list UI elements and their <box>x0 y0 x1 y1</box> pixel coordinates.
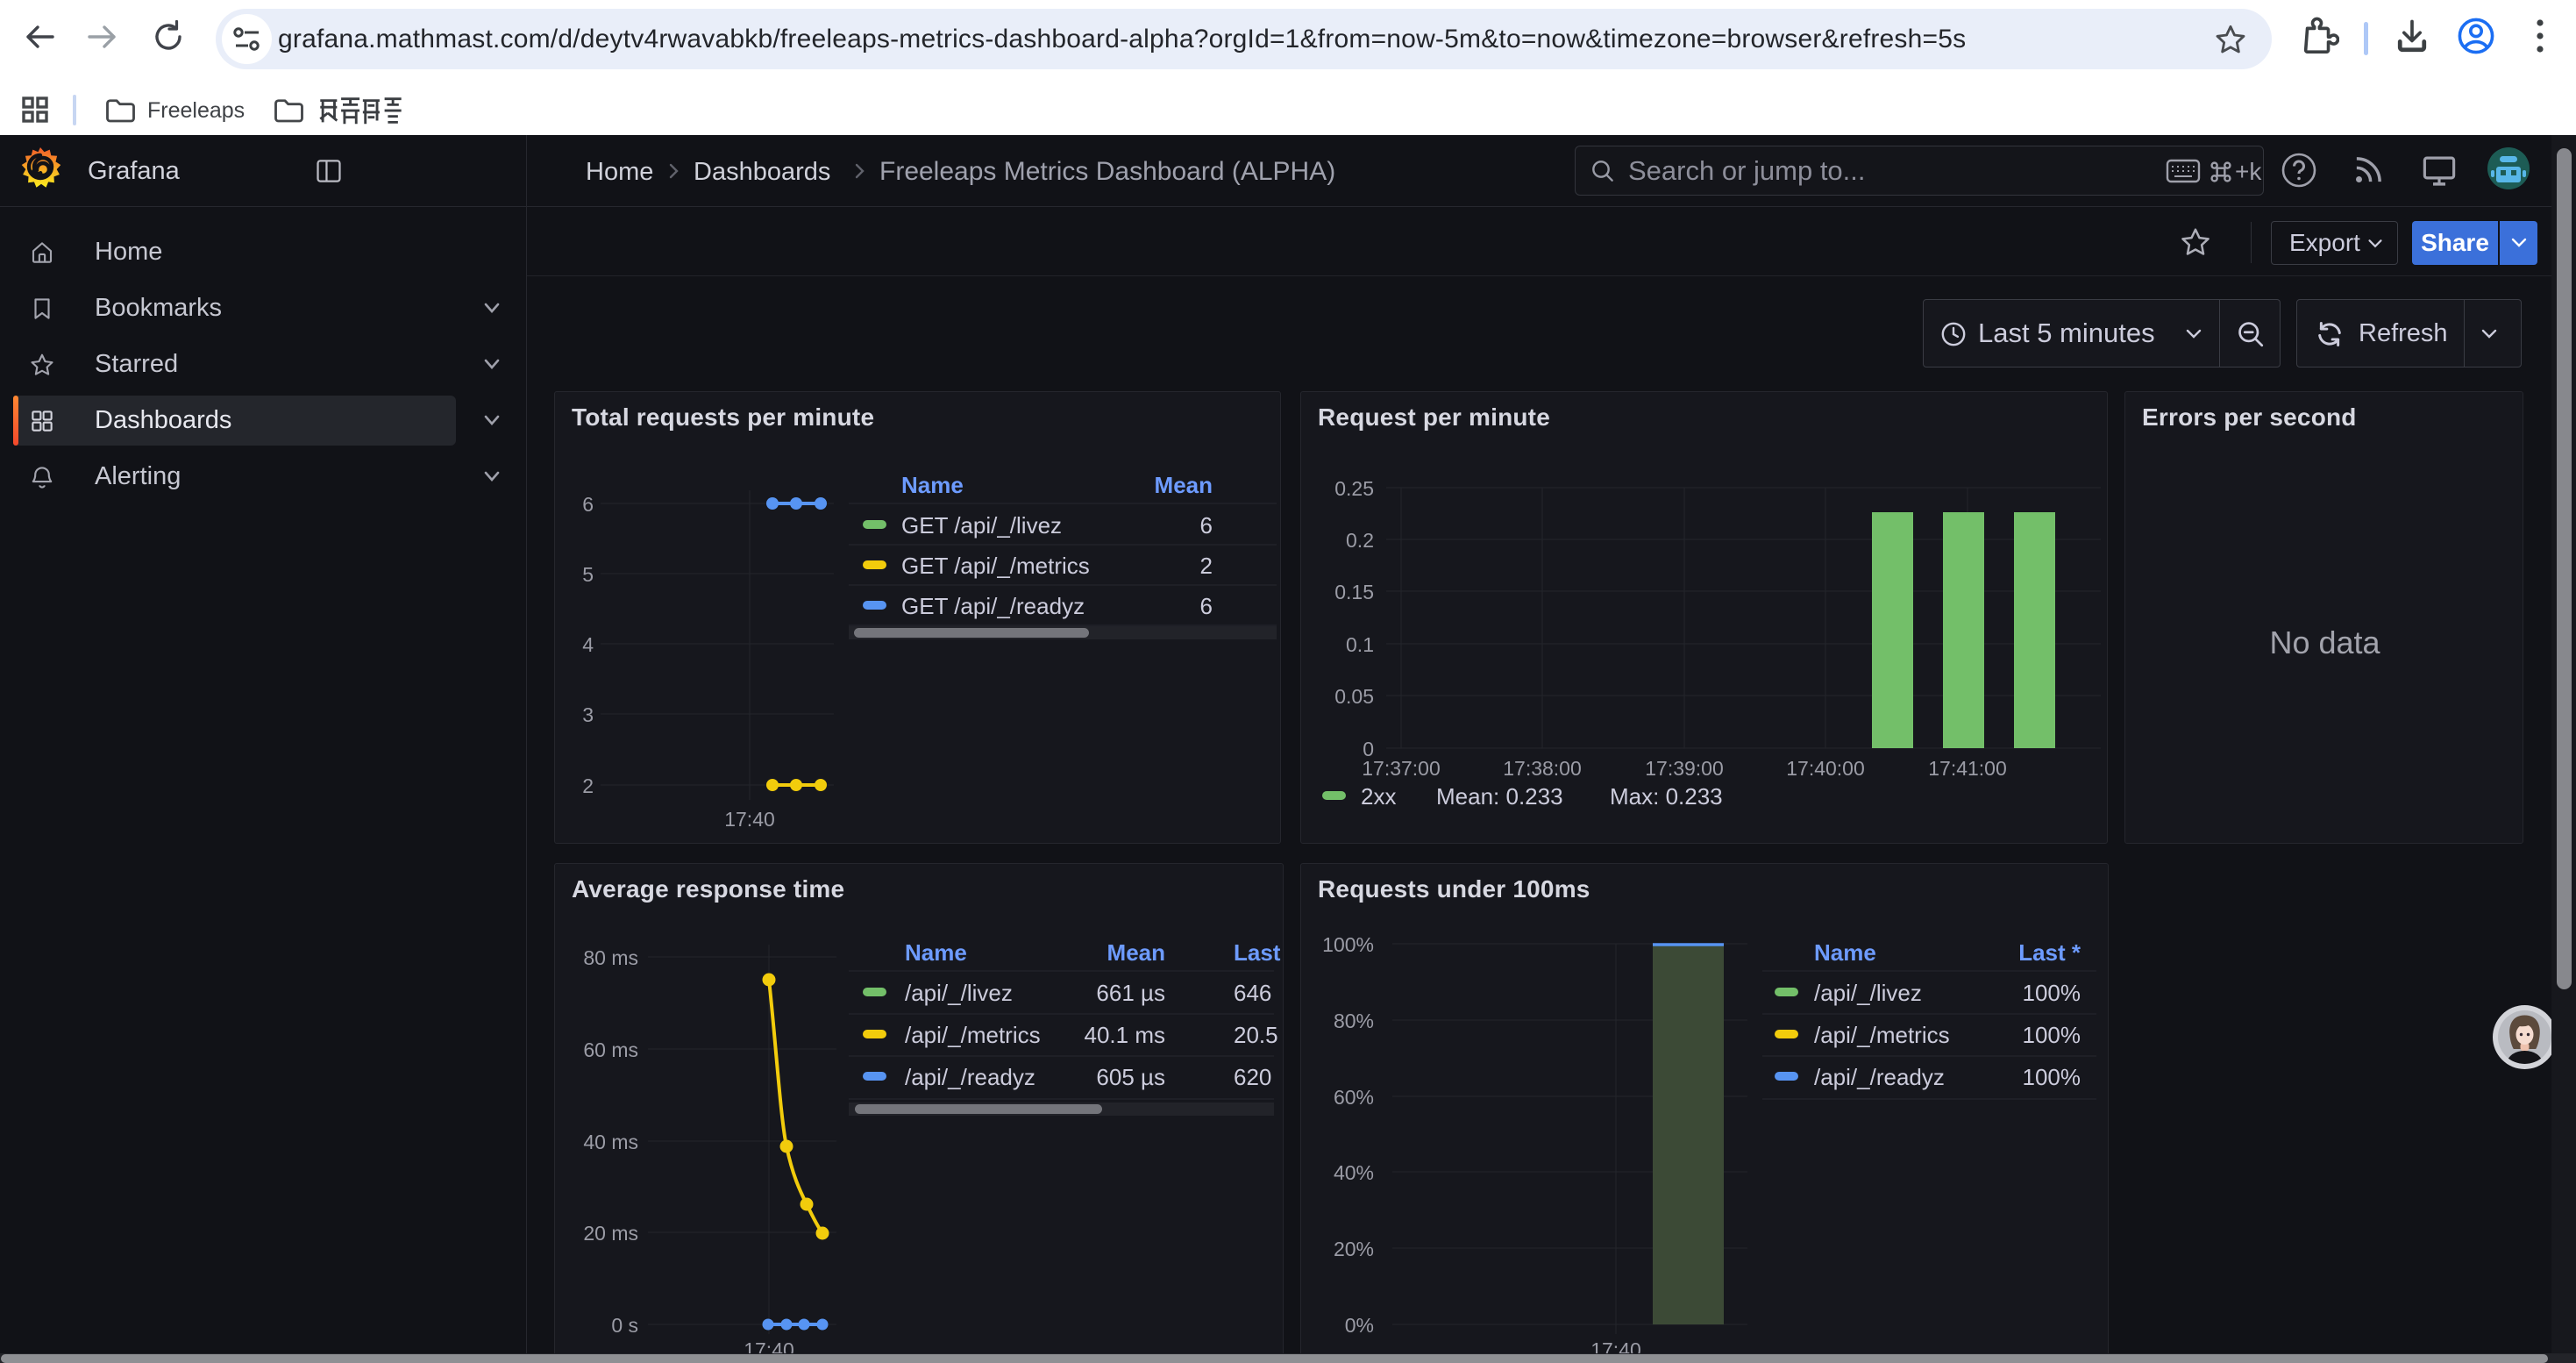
svg-text:100%: 100% <box>2023 980 2081 1006</box>
svg-text:Name: Name <box>905 939 967 966</box>
svg-text:3: 3 <box>582 703 594 726</box>
svg-text:5: 5 <box>582 563 594 586</box>
svg-text:646: 646 <box>1234 980 1271 1006</box>
svg-text:0.25: 0.25 <box>1334 477 1374 500</box>
svg-text:60 ms: 60 ms <box>583 1038 638 1061</box>
svg-text:605 µs: 605 µs <box>1096 1064 1165 1090</box>
svg-text:Mean: Mean <box>1107 939 1165 966</box>
svg-text:/api/_/metrics: /api/_/metrics <box>905 1022 1041 1048</box>
svg-text:0.2: 0.2 <box>1346 529 1374 552</box>
svg-text:Mean: Mean <box>1155 472 1213 498</box>
svg-text:40 ms: 40 ms <box>583 1131 638 1153</box>
svg-text:/api/_/livez: /api/_/livez <box>1814 980 1922 1006</box>
svg-text:620: 620 <box>1234 1064 1271 1090</box>
svg-text:GET /api/_/metrics: GET /api/_/metrics <box>901 553 1090 579</box>
svg-text:2: 2 <box>1200 553 1213 579</box>
svg-text:20.5 r: 20.5 r <box>1234 1022 1283 1048</box>
svg-text:Name: Name <box>901 472 964 498</box>
svg-text:6: 6 <box>582 493 594 516</box>
svg-text:100%: 100% <box>1322 933 1374 956</box>
svg-text:17:38:00: 17:38:00 <box>1503 757 1582 780</box>
svg-text:0 s: 0 s <box>611 1314 638 1337</box>
svg-text:/api/_/readyz: /api/_/readyz <box>905 1064 1035 1090</box>
svg-text:/api/_/livez: /api/_/livez <box>905 980 1013 1006</box>
svg-text:2: 2 <box>582 774 594 797</box>
svg-text:17:37:00: 17:37:00 <box>1362 757 1441 780</box>
svg-text:80%: 80% <box>1334 1010 1374 1032</box>
svg-text:4: 4 <box>582 633 594 656</box>
svg-text:0.05: 0.05 <box>1334 685 1374 708</box>
svg-text:6: 6 <box>1200 593 1213 619</box>
svg-text:40%: 40% <box>1334 1161 1374 1184</box>
svg-text:/api/_/metrics: /api/_/metrics <box>1814 1022 1950 1048</box>
svg-text:40.1 ms: 40.1 ms <box>1085 1022 1166 1048</box>
svg-text:0.1: 0.1 <box>1346 633 1374 656</box>
svg-text:0.15: 0.15 <box>1334 581 1374 603</box>
svg-text:20%: 20% <box>1334 1238 1374 1260</box>
svg-text:/api/_/readyz: /api/_/readyz <box>1814 1064 1945 1090</box>
svg-text:100%: 100% <box>2023 1064 2081 1090</box>
svg-text:100%: 100% <box>2023 1022 2081 1048</box>
svg-text:Mean: 0.233: Mean: 0.233 <box>1436 783 1563 810</box>
svg-text:17:40:00: 17:40:00 <box>1786 757 1865 780</box>
svg-text:Max: 0.233: Max: 0.233 <box>1610 783 1723 810</box>
svg-text:2xx: 2xx <box>1361 783 1396 810</box>
svg-text:661 µs: 661 µs <box>1096 980 1165 1006</box>
svg-text:GET /api/_/livez: GET /api/_/livez <box>901 512 1062 539</box>
svg-text:Last *: Last * <box>2018 939 2081 966</box>
svg-text:20 ms: 20 ms <box>583 1222 638 1245</box>
svg-text:Name: Name <box>1814 939 1876 966</box>
svg-text:80 ms: 80 ms <box>583 946 638 969</box>
svg-text:Last *: Last * <box>1234 939 1283 966</box>
svg-text:GET /api/_/readyz: GET /api/_/readyz <box>901 593 1085 619</box>
svg-text:17:40: 17:40 <box>724 808 775 831</box>
svg-text:60%: 60% <box>1334 1086 1374 1109</box>
svg-text:17:39:00: 17:39:00 <box>1645 757 1724 780</box>
svg-text:0%: 0% <box>1345 1314 1374 1337</box>
svg-text:6: 6 <box>1200 512 1213 539</box>
svg-text:17:41:00: 17:41:00 <box>1928 757 2007 780</box>
